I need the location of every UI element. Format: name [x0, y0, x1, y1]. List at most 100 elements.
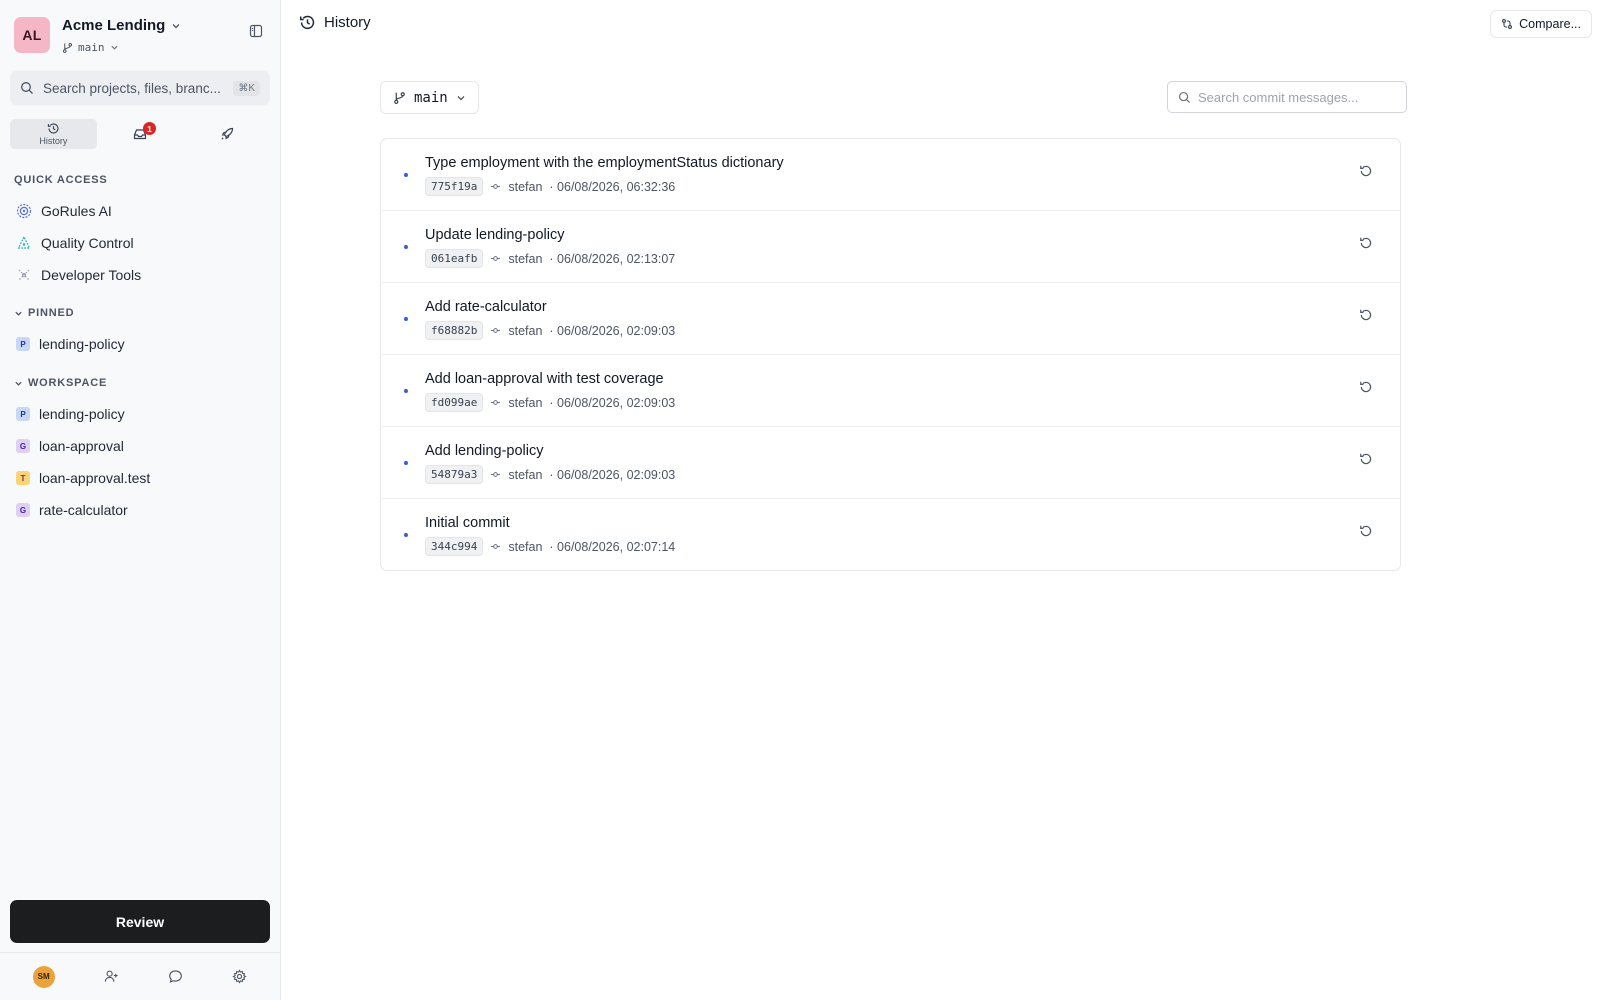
tab-deploy[interactable] — [183, 119, 270, 149]
commit-hash[interactable]: 54879a3 — [425, 465, 484, 484]
commit-date: · 06/08/2026, 02:09:03 — [549, 467, 676, 482]
sidebar-panel-icon — [249, 24, 263, 38]
revert-button[interactable] — [1354, 159, 1378, 183]
commit-message: Update lending-policy — [425, 227, 565, 243]
git-compare-icon — [1502, 19, 1513, 29]
workspace-header: AL Acme Lending main — [14, 17, 266, 55]
collapse-sidebar-button[interactable] — [246, 21, 266, 41]
workspace-item-loan-approval[interactable]: G loan-approval — [16, 432, 270, 460]
project-badge: P — [16, 407, 30, 421]
commit-message: Add loan-approval with test coverage — [425, 371, 664, 387]
revert-icon — [1360, 381, 1372, 393]
commit-date: · 06/08/2026, 06:32:36 — [549, 179, 676, 194]
revert-button[interactable] — [1354, 519, 1378, 543]
workspace-item-loan-approval-test[interactable]: T loan-approval.test — [16, 464, 270, 492]
commit-date: · 06/08/2026, 02:13:07 — [549, 251, 676, 266]
commit-row[interactable]: Type employment with the employmentStatu… — [381, 139, 1400, 211]
revert-button[interactable] — [1354, 231, 1378, 255]
commit-search-field[interactable] — [1167, 81, 1407, 113]
page-title: History — [299, 14, 371, 31]
commit-dot — [404, 533, 408, 537]
commit-meta: fd099ae stefan · 06/08/2026, 02:09:03 — [425, 393, 675, 412]
pinned-item-label: lending-policy — [39, 336, 125, 352]
sidebar-mode-tabs: History 1 — [10, 119, 270, 149]
pinned-section-toggle[interactable]: PINNED — [14, 307, 74, 319]
test-badge: T — [16, 471, 30, 485]
commit-row[interactable]: Add loan-approval with test coverage fd0… — [381, 355, 1400, 427]
pinned-item-lending-policy[interactable]: P lending-policy — [16, 330, 270, 358]
commit-dot — [404, 317, 408, 321]
developer-tools-icon — [18, 269, 30, 281]
quality-control-icon — [17, 235, 31, 249]
revert-icon — [1360, 165, 1372, 177]
revert-button[interactable] — [1354, 375, 1378, 399]
revert-button[interactable] — [1354, 447, 1378, 471]
workspace-item-rate-calculator[interactable]: G rate-calculator — [16, 496, 270, 524]
commit-dot — [404, 173, 408, 177]
commit-row[interactable]: Add rate-calculator f68882b stefan · 06/… — [381, 283, 1400, 355]
workspace-item-label: lending-policy — [39, 406, 125, 422]
sidebar: AL Acme Lending main Search projects, fi… — [0, 0, 281, 1000]
main-content: History Compare... main Type employment … — [281, 0, 1600, 1000]
commit-icon — [491, 256, 501, 261]
commit-row[interactable]: Update lending-policy 061eafb stefan · 0… — [381, 211, 1400, 283]
commit-row[interactable]: Add lending-policy 54879a3 stefan · 06/0… — [381, 427, 1400, 499]
commit-hash[interactable]: 061eafb — [425, 249, 484, 268]
commit-author: stefan — [508, 251, 543, 266]
git-branch-icon — [62, 42, 73, 53]
user-avatar[interactable]: SM — [32, 965, 55, 988]
workspace-name: Acme Lending — [62, 17, 166, 34]
chat-icon[interactable] — [168, 969, 183, 984]
app-window: AL Acme Lending main Search projects, fi… — [0, 0, 1600, 1000]
workspace-avatar[interactable]: AL — [14, 17, 50, 53]
ai-icon — [16, 203, 32, 219]
rocket-icon — [221, 127, 233, 140]
commit-row[interactable]: Initial commit 344c994 stefan · 06/08/20… — [381, 499, 1400, 570]
commit-icon — [491, 544, 501, 549]
compare-button[interactable]: Compare... — [1490, 10, 1592, 38]
chevron-down-icon — [15, 381, 22, 386]
search-shortcut: ⌘K — [233, 80, 260, 96]
commit-date: · 06/08/2026, 02:09:03 — [549, 323, 676, 338]
revert-icon — [1360, 453, 1372, 465]
commit-icon — [491, 472, 501, 477]
commit-author: stefan — [508, 323, 543, 338]
commit-icon — [491, 328, 501, 333]
branch-select[interactable]: main — [380, 81, 479, 114]
commit-meta: 061eafb stefan · 06/08/2026, 02:13:07 — [425, 249, 675, 268]
commit-author: stefan — [508, 395, 543, 410]
commit-hash[interactable]: f68882b — [425, 321, 484, 340]
quick-access-label: Quality Control — [41, 235, 134, 251]
global-search-input[interactable]: Search projects, files, branc... ⌘K — [10, 71, 270, 105]
revert-button[interactable] — [1354, 303, 1378, 327]
revert-icon — [1360, 309, 1372, 321]
inbox-badge: 1 — [143, 122, 156, 135]
commit-meta: 344c994 stefan · 06/08/2026, 02:07:14 — [425, 537, 675, 556]
commit-message: Initial commit — [425, 515, 510, 531]
commit-hash[interactable]: fd099ae — [425, 393, 484, 412]
workspace-section-toggle[interactable]: WORKSPACE — [14, 377, 107, 389]
quick-access-item-quality-control[interactable]: Quality Control — [16, 229, 270, 257]
gear-icon[interactable] — [232, 969, 248, 984]
branch-select-value: main — [414, 89, 448, 106]
chevron-down-icon — [457, 95, 465, 100]
workspace-switcher[interactable]: Acme Lending — [62, 17, 181, 34]
workspace-item-label: loan-approval.test — [39, 470, 151, 486]
review-button[interactable]: Review — [10, 900, 270, 943]
commit-hash[interactable]: 344c994 — [425, 537, 484, 556]
commit-meta: 54879a3 stefan · 06/08/2026, 02:09:03 — [425, 465, 675, 484]
commit-meta: f68882b stefan · 06/08/2026, 02:09:03 — [425, 321, 675, 340]
quick-access-item-gorules-ai[interactable]: GoRules AI — [16, 197, 270, 225]
tab-history[interactable]: History — [10, 119, 97, 149]
commit-search-input[interactable] — [1198, 89, 1388, 105]
quick-access-heading: QUICK ACCESS — [14, 174, 108, 186]
history-icon — [299, 15, 315, 30]
commit-author: stefan — [508, 467, 543, 482]
branch-switcher[interactable]: main — [62, 41, 119, 54]
commit-message: Type employment with the employmentStatu… — [425, 155, 784, 171]
quick-access-item-developer-tools[interactable]: Developer Tools — [16, 261, 270, 289]
tab-inbox[interactable]: 1 — [97, 119, 184, 149]
commit-hash[interactable]: 775f19a — [425, 177, 484, 196]
workspace-item-lending-policy[interactable]: P lending-policy — [16, 400, 270, 428]
add-user-icon[interactable] — [104, 969, 119, 984]
